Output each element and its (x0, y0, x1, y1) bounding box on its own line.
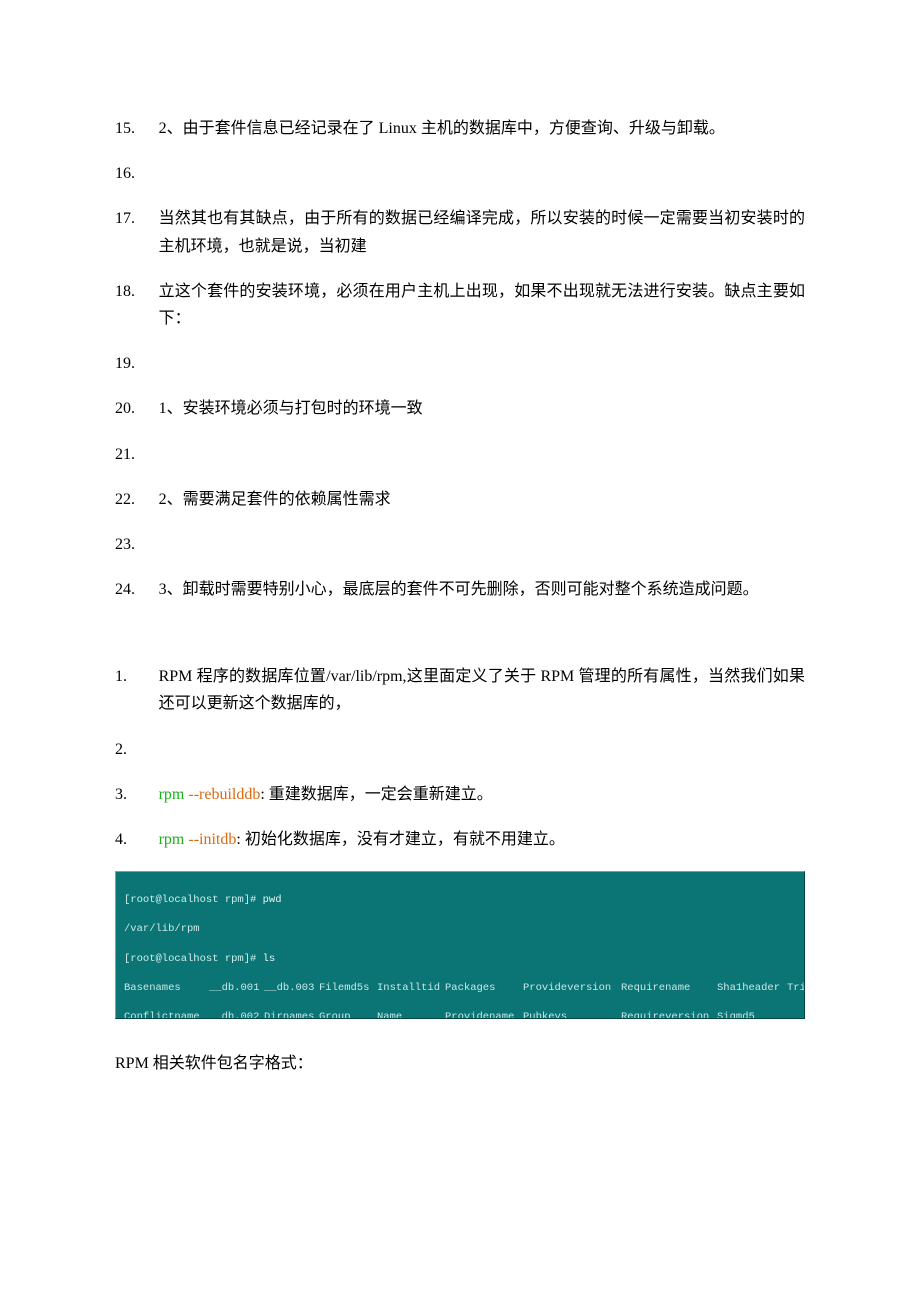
item-text: 当然其也有其缺点，由于所有的数据已经编译完成，所以安装的时候一定需要当初安装时的… (159, 205, 805, 259)
list-item: 24. 3、卸载时需要特别小心，最底层的套件不可先删除，否则可能对整个系统造成问… (115, 576, 805, 603)
item-text: rpm --rebuilddb: 重建数据库，一定会重新建立。 (159, 781, 805, 808)
shell-prompt: [root@localhost rpm]# (124, 894, 263, 906)
item-number: 4. (115, 826, 157, 853)
list-item: 20. 1、安装环境必须与打包时的环境一致 (115, 395, 805, 422)
list-item: 23. (115, 531, 805, 558)
shell-command: pwd (263, 894, 282, 906)
rpm-flag: --rebuilddb (188, 786, 260, 803)
item-number: 21. (115, 441, 157, 468)
item-number: 3. (115, 781, 157, 808)
ls-output-row: Conflictname__db.002DirnamesGroupNamePro… (124, 1010, 796, 1019)
list-item: 3. rpm --rebuilddb: 重建数据库，一定会重新建立。 (115, 781, 805, 808)
item-text: 2、由于套件信息已经记录在了 Linux 主机的数据库中，方便查询、升级与卸载。 (159, 115, 805, 142)
item-desc: : 初始化数据库，没有才建立，有就不用建立。 (236, 831, 564, 848)
item-text: RPM 程序的数据库位置/var/lib/rpm,这里面定义了关于 RPM 管理… (159, 663, 805, 717)
item-number: 2. (115, 736, 157, 763)
item-number: 15. (115, 115, 157, 142)
list-item: 22. 2、需要满足套件的依赖属性需求 (115, 486, 805, 513)
list-item: 4. rpm --initdb: 初始化数据库，没有才建立，有就不用建立。 (115, 826, 805, 853)
item-text: 1、安装环境必须与打包时的环境一致 (159, 395, 805, 422)
item-text: 2、需要满足套件的依赖属性需求 (159, 486, 805, 513)
item-number: 1. (115, 663, 157, 690)
terminal-screenshot: [root@localhost rpm]# pwd /var/lib/rpm [… (115, 871, 805, 1019)
list-item: 1. RPM 程序的数据库位置/var/lib/rpm,这里面定义了关于 RPM… (115, 663, 805, 717)
item-number: 23. (115, 531, 157, 558)
list-item: 17. 当然其也有其缺点，由于所有的数据已经编译完成，所以安装的时候一定需要当初… (115, 205, 805, 259)
list-item: 18. 立这个套件的安装环境，必须在用户主机上出现，如果不出现就无法进行安装。缺… (115, 278, 805, 332)
item-text: rpm --initdb: 初始化数据库，没有才建立，有就不用建立。 (159, 826, 805, 853)
footer-heading: RPM 相关软件包名字格式： (115, 1049, 805, 1073)
item-text: 3、卸载时需要特别小心，最底层的套件不可先删除，否则可能对整个系统造成问题。 (159, 576, 805, 603)
ls-output-row: Basenames__db.001__db.003Filemd5sInstall… (124, 981, 796, 996)
list-item: 19. (115, 350, 805, 377)
rpm-flag: --initdb (188, 831, 236, 848)
item-number: 17. (115, 205, 157, 232)
item-number: 24. (115, 576, 157, 603)
item-number: 20. (115, 395, 157, 422)
list-item: 16. (115, 160, 805, 187)
sub-numbered-list: 1. RPM 程序的数据库位置/var/lib/rpm,这里面定义了关于 RPM… (115, 663, 805, 853)
item-text: 立这个套件的安装环境，必须在用户主机上出现，如果不出现就无法进行安装。缺点主要如… (159, 278, 805, 332)
shell-prompt: [root@localhost rpm]# (124, 953, 263, 965)
shell-command: ls (263, 953, 276, 965)
item-number: 19. (115, 350, 157, 377)
rpm-command: rpm (159, 831, 189, 848)
list-item: 21. (115, 441, 805, 468)
shell-output: /var/lib/rpm (124, 922, 796, 937)
item-desc: : 重建数据库，一定会重新建立。 (260, 786, 492, 803)
item-number: 16. (115, 160, 157, 187)
item-number: 18. (115, 278, 157, 305)
main-numbered-list: 15. 2、由于套件信息已经记录在了 Linux 主机的数据库中，方便查询、升级… (115, 115, 805, 603)
list-item: 15. 2、由于套件信息已经记录在了 Linux 主机的数据库中，方便查询、升级… (115, 115, 805, 142)
item-number: 22. (115, 486, 157, 513)
rpm-command: rpm (159, 786, 189, 803)
list-item: 2. (115, 736, 805, 763)
